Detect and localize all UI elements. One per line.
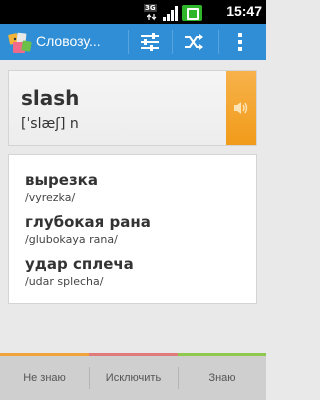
- translation-item: вырезка /vyrezka/: [25, 171, 98, 205]
- translations-card: вырезка /vyrezka/ глубокая рана /gluboka…: [8, 154, 257, 304]
- overflow-menu-button[interactable]: [220, 24, 260, 60]
- answer-bar: Не знаю Исключить Знаю: [0, 353, 266, 400]
- word-card: slash [ˈslæʃ] n: [8, 70, 257, 146]
- translation-word: вырезка: [25, 171, 98, 189]
- action-bar-divider: [172, 30, 173, 54]
- overflow-menu-icon: [238, 33, 242, 51]
- filter-icon: [141, 33, 159, 51]
- shuffle-button[interactable]: [174, 24, 214, 60]
- play-pronunciation-button[interactable]: [226, 71, 256, 145]
- word-transcription: [ˈslæʃ] n: [21, 116, 79, 132]
- app-title: Словозу...: [36, 33, 101, 49]
- speaker-icon: [234, 102, 248, 114]
- app-logo-icon[interactable]: [7, 30, 33, 56]
- translation-word: глубокая рана: [25, 213, 151, 231]
- word-text: slash: [21, 86, 80, 110]
- dont-know-button[interactable]: Не знаю: [0, 356, 89, 400]
- signal-strength-icon: [163, 5, 179, 21]
- translation-transliteration: /udar splecha/: [25, 275, 104, 288]
- action-bar: Словозу...: [0, 24, 266, 60]
- status-icons: 3G: [144, 3, 202, 21]
- clock: 15:47: [226, 3, 262, 19]
- exclude-button[interactable]: Исключить: [89, 356, 178, 400]
- status-bar: 3G 15:47: [0, 0, 266, 24]
- translation-word: удар сплеча: [25, 255, 134, 273]
- shuffle-icon: [185, 34, 203, 50]
- action-bar-divider: [218, 30, 219, 54]
- battery-icon: [182, 5, 202, 21]
- translation-transliteration: /vyrezka/: [25, 191, 76, 204]
- translation-item: глубокая рана /glubokaya rana/: [25, 213, 151, 247]
- know-button[interactable]: Знаю: [178, 356, 266, 400]
- network-3g-icon: 3G: [144, 4, 160, 21]
- filter-button[interactable]: [130, 24, 170, 60]
- action-bar-divider: [128, 30, 129, 54]
- translation-transliteration: /glubokaya rana/: [25, 233, 118, 246]
- word-panel: slash [ˈslæʃ] n: [9, 71, 227, 145]
- translation-item: удар сплеча /udar splecha/: [25, 255, 134, 289]
- network-type-label: 3G: [144, 4, 157, 12]
